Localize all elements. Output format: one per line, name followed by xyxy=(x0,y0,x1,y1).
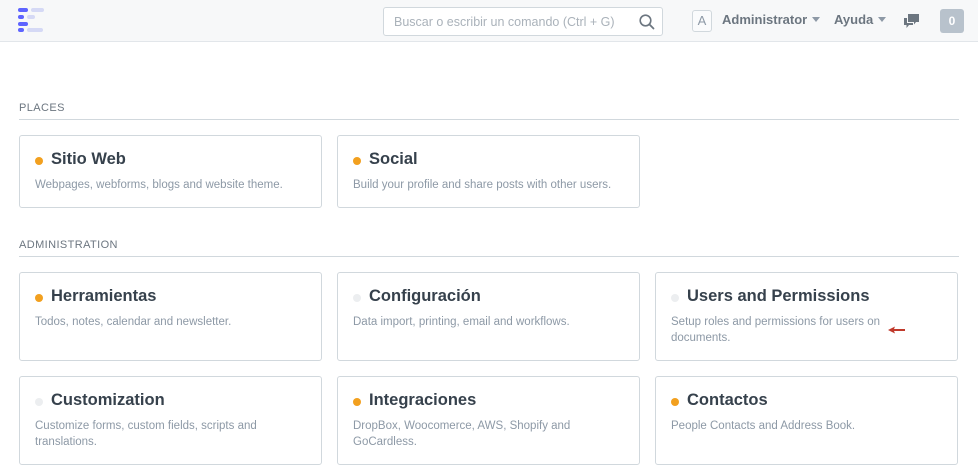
module-status-dot xyxy=(671,398,679,406)
chevron-down-icon xyxy=(878,17,887,22)
module-card-website[interactable]: Sitio Web Webpages, webforms, blogs and … xyxy=(19,135,322,208)
module-card-users-permissions[interactable]: Users and Permissions Setup roles and pe… xyxy=(655,272,958,361)
module-status-dot xyxy=(353,398,361,406)
module-description: Build your profile and share posts with … xyxy=(353,179,612,191)
module-status-dot xyxy=(35,294,43,302)
search-placeholder: Buscar o escribir un comando (Ctrl + G) xyxy=(394,15,615,29)
module-description: DropBox, Woocomerce, AWS, Shopify and Go… xyxy=(353,420,571,448)
section-divider xyxy=(19,119,959,120)
mouse-cursor-icon xyxy=(888,326,905,334)
module-title: Sitio Web xyxy=(51,150,126,168)
module-description: Customize forms, custom fields, scripts … xyxy=(35,420,257,448)
section-label-places: PLACES xyxy=(19,102,65,114)
module-card-integrations[interactable]: Integraciones DropBox, Woocomerce, AWS, … xyxy=(337,376,640,465)
search-input[interactable]: Buscar o escribir un comando (Ctrl + G) xyxy=(383,7,663,36)
module-status-dot xyxy=(671,294,679,302)
app-logo-icon[interactable] xyxy=(18,8,46,34)
user-menu-label: Administrator xyxy=(722,12,808,27)
chat-icon[interactable] xyxy=(903,13,920,29)
module-title: Customization xyxy=(51,391,165,409)
module-description: Data import, printing, email and workflo… xyxy=(353,316,570,328)
user-menu-dropdown[interactable]: Administrator xyxy=(722,12,821,27)
search-icon[interactable] xyxy=(638,13,656,31)
section-divider xyxy=(19,256,959,257)
module-title: Contactos xyxy=(687,391,768,409)
module-status-dot xyxy=(35,398,43,406)
navbar: Buscar o escribir un comando (Ctrl + G) … xyxy=(0,0,978,42)
module-card-customization[interactable]: Customization Customize forms, custom fi… xyxy=(19,376,322,465)
module-title: Integraciones xyxy=(369,391,477,409)
module-card-tools[interactable]: Herramientas Todos, notes, calendar and … xyxy=(19,272,322,361)
chevron-down-icon xyxy=(812,17,821,22)
module-title: Users and Permissions xyxy=(687,287,870,305)
avatar[interactable]: A xyxy=(692,10,712,32)
help-menu-dropdown[interactable]: Ayuda xyxy=(834,12,887,27)
module-status-dot xyxy=(353,294,361,302)
module-title: Herramientas xyxy=(51,287,157,305)
module-card-contacts[interactable]: Contactos People Contacts and Address Bo… xyxy=(655,376,958,465)
module-status-dot xyxy=(353,157,361,165)
module-description: People Contacts and Address Book. xyxy=(671,420,856,432)
module-title: Configuración xyxy=(369,287,481,305)
module-title: Social xyxy=(369,150,418,168)
module-description: Webpages, webforms, blogs and website th… xyxy=(35,179,283,191)
notification-badge[interactable]: 0 xyxy=(940,9,964,33)
module-card-settings[interactable]: Configuración Data import, printing, ema… xyxy=(337,272,640,361)
module-card-social[interactable]: Social Build your profile and share post… xyxy=(337,135,640,208)
help-menu-label: Ayuda xyxy=(834,12,874,27)
module-description: Todos, notes, calendar and newsletter. xyxy=(35,316,232,328)
section-label-administration: ADMINISTRATION xyxy=(19,239,118,251)
module-status-dot xyxy=(35,157,43,165)
